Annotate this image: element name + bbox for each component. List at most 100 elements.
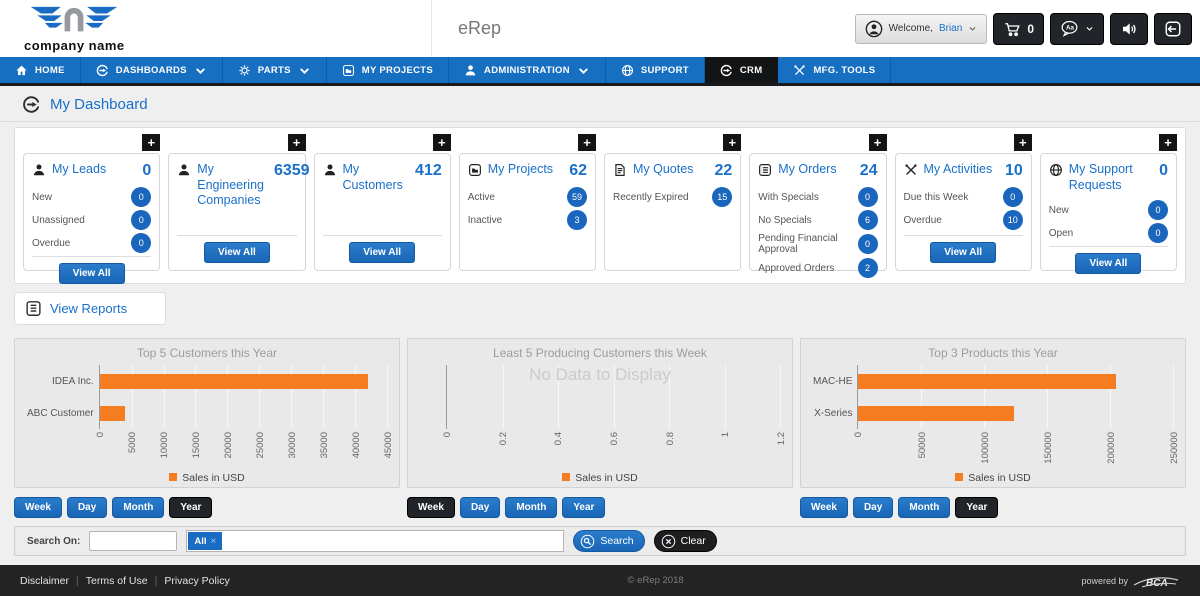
card-title: My Engineering Companies (197, 162, 264, 208)
card-row-label: Unassigned (32, 214, 85, 226)
count-badge[interactable]: 0 (131, 210, 152, 230)
view-all-button[interactable]: View All (930, 242, 997, 263)
nav-item-support[interactable]: SUPPORT (606, 57, 705, 83)
period-group-1: Week Day Month Year (14, 497, 400, 518)
period-button-day[interactable]: Day (852, 497, 894, 518)
nav-item-parts[interactable]: PARTS (223, 57, 327, 83)
period-button-year[interactable]: Year (169, 497, 213, 518)
powered-by: powered by BCA (1081, 573, 1180, 589)
card-wrap-my-customers: + My Customers 412 View All (313, 134, 451, 271)
x-tick-label: 0 (442, 432, 453, 438)
count-badge[interactable]: 0 (131, 233, 152, 253)
period-button-week[interactable]: Week (14, 497, 62, 518)
cart-button[interactable]: 0 (993, 12, 1044, 45)
x-tick-label: 0.8 (664, 432, 676, 446)
nav-item-my-projects[interactable]: MY PROJECTS (327, 57, 450, 83)
count-badge[interactable]: 15 (712, 187, 733, 207)
bar-row (858, 373, 1173, 389)
logout-button[interactable] (1154, 12, 1192, 45)
count-badge[interactable]: 0 (131, 187, 152, 207)
chevron-down-icon (1085, 24, 1094, 33)
globe-icon (1049, 163, 1063, 177)
logo-text: company name (24, 37, 125, 53)
period-button-week[interactable]: Week (800, 497, 848, 518)
language-menu-button[interactable]: Aa (1050, 12, 1104, 45)
nav-item-home[interactable]: HOME (0, 57, 81, 83)
count-badge[interactable]: 0 (857, 187, 878, 207)
bar-x-series[interactable] (858, 405, 1015, 421)
add-widget-button[interactable]: + (578, 134, 596, 151)
view-all-button[interactable]: View All (203, 242, 270, 263)
count-badge[interactable]: 3 (567, 210, 587, 230)
nav-item-administration[interactable]: ADMINISTRATION (449, 57, 606, 83)
gauge-icon (720, 64, 733, 77)
footer-link-disclaimer[interactable]: Disclaimer (20, 575, 69, 587)
legend-label: Sales in USD (575, 472, 638, 484)
add-widget-button[interactable]: + (723, 134, 742, 151)
period-button-month[interactable]: Month (898, 497, 951, 518)
card-header: My Customers 412 (323, 162, 442, 193)
count-badge[interactable]: 10 (1002, 210, 1023, 230)
add-widget-button[interactable]: + (142, 134, 161, 151)
x-tick-label: 0 (94, 432, 106, 438)
remove-tag-icon[interactable]: × (211, 536, 217, 547)
nav-item-mfg-tools[interactable]: MFG. TOOLS (778, 57, 892, 83)
user-menu-button[interactable]: Welcome, Brian (854, 13, 988, 44)
chart-y-labels: IDEA Inc. ABC Customer (27, 365, 99, 429)
search-scope-field[interactable]: All × (186, 530, 565, 552)
bar-idea-inc[interactable] (99, 373, 368, 389)
app-footer: Disclaimer | Terms of Use | Privacy Poli… (0, 565, 1200, 596)
bar-row (99, 405, 387, 421)
add-widget-button[interactable]: + (287, 134, 306, 151)
count-badge[interactable]: 2 (857, 258, 878, 278)
count-badge[interactable]: 0 (1002, 187, 1023, 207)
count-badge[interactable]: 0 (1148, 200, 1168, 221)
period-button-week[interactable]: Week (407, 497, 455, 518)
count-badge[interactable]: 0 (857, 234, 878, 254)
x-tick-label: 0 (853, 432, 865, 438)
dashboard-gauge-icon (22, 95, 41, 114)
period-button-day[interactable]: Day (459, 497, 501, 518)
card-title: My Quotes (633, 162, 694, 176)
card-wrap-my-orders: + My Orders 24 With Specials 0 No Specials 6 Pe… (749, 134, 887, 278)
card-footer: View All (177, 235, 297, 263)
period-button-year[interactable]: Year (955, 497, 999, 518)
company-logo[interactable]: company name (24, 5, 125, 53)
view-all-button[interactable]: View All (58, 263, 125, 284)
card-title: My Orders (778, 162, 837, 176)
sound-button[interactable] (1110, 12, 1148, 45)
period-button-year[interactable]: Year (562, 497, 606, 518)
add-widget-button[interactable]: + (432, 134, 451, 151)
footer-link-terms[interactable]: Terms of Use (86, 575, 148, 587)
legend-swatch (955, 473, 964, 481)
nav-item-dashboards[interactable]: DASHBOARDS (81, 57, 223, 83)
chevron-down-icon (577, 64, 590, 77)
y-axis-label: ABC Customer (27, 407, 94, 419)
clear-button[interactable]: Clear (653, 530, 717, 552)
card-row-inactive: Inactive 3 (468, 210, 587, 230)
view-all-button[interactable]: View All (349, 242, 416, 263)
add-widget-button[interactable]: + (1013, 134, 1032, 151)
period-button-month[interactable]: Month (505, 497, 558, 518)
period-button-day[interactable]: Day (66, 497, 108, 518)
scope-tag-all[interactable]: All × (188, 532, 223, 550)
count-badge[interactable]: 59 (567, 187, 587, 207)
add-widget-button[interactable]: + (1159, 134, 1177, 151)
count-badge[interactable]: 0 (1148, 223, 1168, 244)
chart-body: MAC-HE X-Series 0 50000 100000 150000 200000 25… (813, 365, 1180, 473)
view-reports-button[interactable]: View Reports (14, 292, 166, 325)
dashboard-cards-panel: + My Leads 0 New 0 Unassigned 0 Overdue 0 View Al… (14, 127, 1186, 284)
bar-abc-customer[interactable] (99, 405, 126, 421)
count-badge[interactable]: 6 (857, 210, 878, 230)
search-button[interactable]: Search (573, 530, 645, 552)
nav-item-crm[interactable]: CRM (704, 57, 779, 83)
bar-mac-he[interactable] (858, 373, 1117, 389)
card-header: My Projects 62 (468, 162, 587, 180)
footer-link-privacy[interactable]: Privacy Policy (164, 575, 229, 587)
card-wrap-my-support-requests: + My Support Requests 0 New 0 Open 0 View All (1039, 134, 1177, 275)
x-tick-label: 1 (720, 432, 732, 438)
period-button-month[interactable]: Month (112, 497, 165, 518)
search-input[interactable] (89, 531, 178, 551)
add-widget-button[interactable]: + (868, 134, 887, 151)
view-all-button[interactable]: View All (1075, 253, 1142, 275)
